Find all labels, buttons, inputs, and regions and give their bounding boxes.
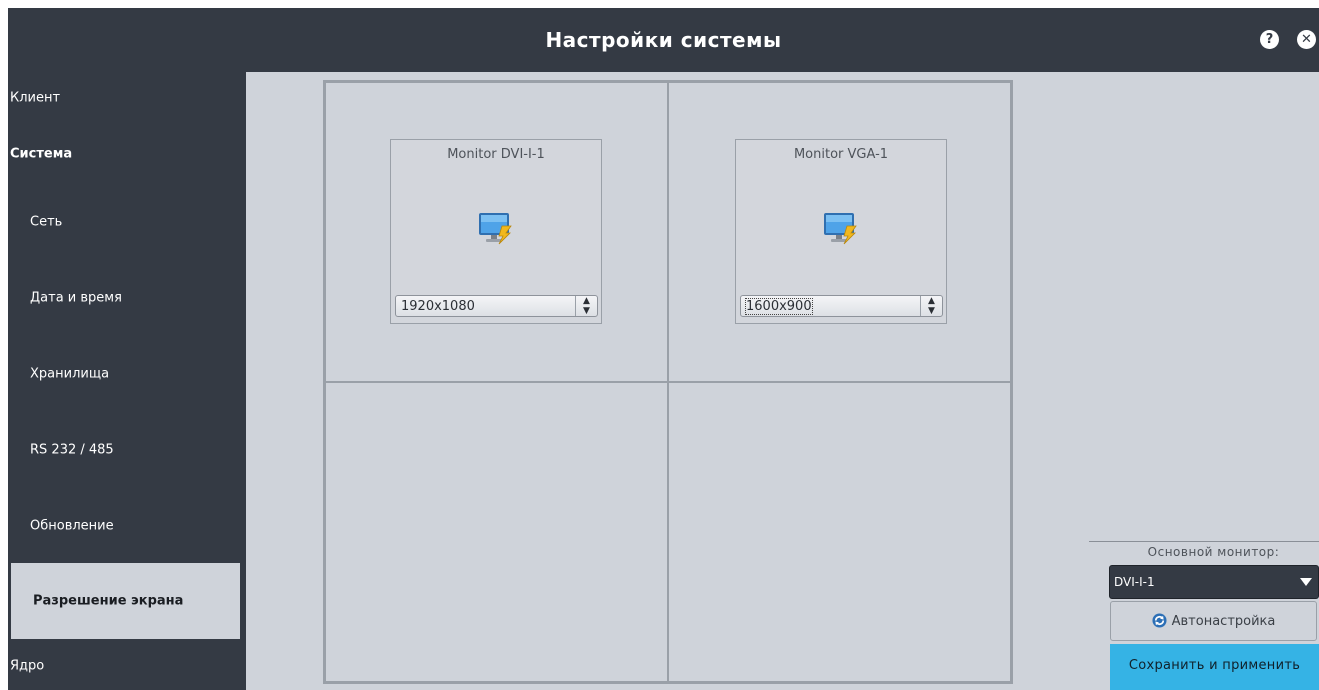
- sidebar-item-system[interactable]: Система: [8, 124, 246, 184]
- sidebar-item-label: Дата и время: [30, 290, 122, 306]
- sidebar-item-label: Разрешение экрана: [33, 593, 184, 609]
- primary-monitor-label: Основной монитор:: [1147, 545, 1280, 559]
- sidebar-item-network[interactable]: Сеть: [8, 184, 246, 260]
- spin-arrows-icon[interactable]: ▲ ▼: [575, 296, 597, 316]
- auto-configure-button[interactable]: Автонастройка: [1110, 601, 1317, 641]
- monitor-card[interactable]: Monitor VGA-1 1600x900 ▲ ▼: [735, 139, 947, 324]
- sidebar-item-label: Обновление: [30, 518, 114, 534]
- spin-arrows-icon[interactable]: ▲ ▼: [920, 296, 942, 316]
- monitor-card[interactable]: Monitor DVI-I-1 1920x1080 ▲ ▼: [390, 139, 602, 324]
- monitor-slot[interactable]: Monitor DVI-I-1 1920x1080 ▲ ▼: [325, 82, 668, 382]
- monitor-icon: [479, 213, 512, 245]
- sidebar-item-label: RS 232 / 485: [30, 442, 114, 458]
- monitor-name: Monitor VGA-1: [793, 147, 889, 162]
- primary-monitor-select[interactable]: DVI-I-1: [1109, 565, 1319, 599]
- sidebar-item-label: Клиент: [10, 90, 61, 106]
- save-apply-label: Сохранить и применить: [1128, 658, 1301, 673]
- sidebar-item-update[interactable]: Обновление: [8, 488, 246, 564]
- resolution-value: 1920x1080: [401, 299, 475, 314]
- sidebar-item-kernel[interactable]: Ядро: [8, 642, 246, 690]
- auto-configure-label: Автонастройка: [1171, 614, 1276, 629]
- resolution-value: 1600x900: [745, 298, 813, 315]
- sidebar: Клиент Система Сеть Дата и время Хранили…: [8, 72, 246, 690]
- monitor-layout-grid: Monitor DVI-I-1 1920x1080 ▲ ▼ Monitor VGA…: [323, 80, 1013, 684]
- resolution-select[interactable]: 1920x1080 ▲ ▼: [395, 295, 598, 317]
- settings-window: Настройки системы ? ✕ Клиент Система Сет…: [8, 8, 1319, 690]
- help-icon[interactable]: ?: [1260, 30, 1279, 49]
- monitor-slot[interactable]: [668, 382, 1011, 682]
- monitor-slot[interactable]: Monitor VGA-1 1600x900 ▲ ▼: [668, 82, 1011, 382]
- monitor-slot[interactable]: [325, 382, 668, 682]
- sidebar-item-rs232[interactable]: RS 232 / 485: [8, 412, 246, 488]
- refresh-icon: [1152, 613, 1167, 628]
- sidebar-item-screen-resolution[interactable]: Разрешение экрана: [11, 563, 240, 639]
- chevron-down-icon: [1300, 578, 1312, 586]
- sidebar-item-label: Сеть: [30, 214, 63, 230]
- title-bar: Настройки системы ? ✕: [8, 8, 1319, 72]
- sidebar-item-label: Система: [10, 146, 73, 162]
- sidebar-item-client[interactable]: Клиент: [8, 72, 246, 124]
- sidebar-item-datetime[interactable]: Дата и время: [8, 260, 246, 336]
- sidebar-item-label: Ядро: [10, 658, 45, 674]
- window-title: Настройки системы: [545, 28, 782, 52]
- resolution-select[interactable]: 1600x900 ▲ ▼: [740, 295, 943, 317]
- sidebar-item-storage[interactable]: Хранилища: [8, 336, 246, 412]
- sidebar-item-label: Хранилища: [30, 366, 110, 382]
- divider: [1089, 541, 1319, 542]
- close-icon[interactable]: ✕: [1297, 30, 1316, 49]
- save-apply-button[interactable]: Сохранить и применить: [1110, 644, 1319, 690]
- monitor-icon: [824, 213, 857, 245]
- primary-monitor-value: DVI-I-1: [1114, 575, 1155, 589]
- monitor-name: Monitor DVI-I-1: [447, 147, 545, 162]
